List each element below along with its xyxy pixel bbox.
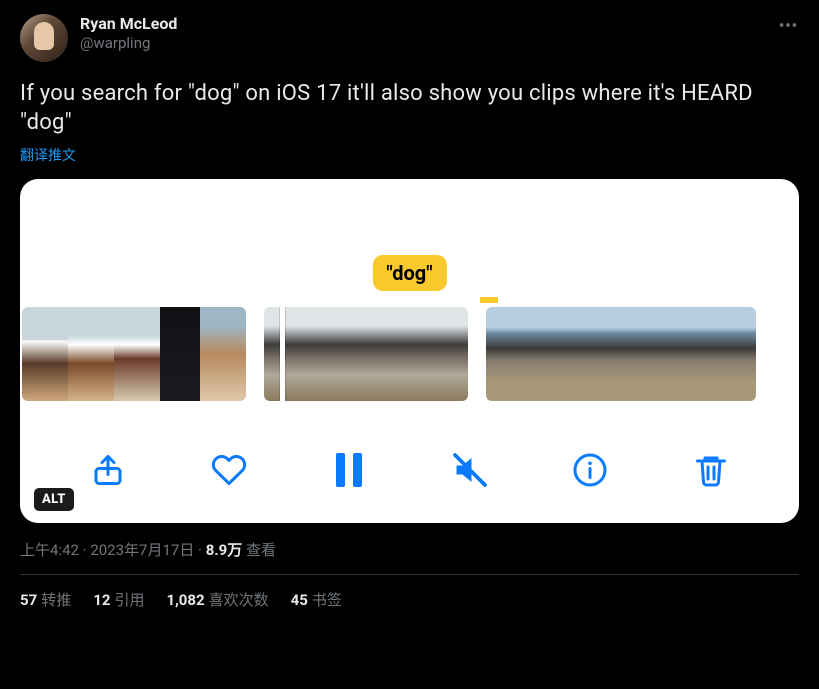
pause-icon[interactable] bbox=[330, 451, 368, 489]
video-frame bbox=[22, 307, 68, 401]
translate-link[interactable]: 翻译推文 bbox=[20, 145, 76, 165]
playhead[interactable] bbox=[280, 307, 285, 401]
media-toolbar bbox=[20, 451, 799, 489]
video-frame bbox=[576, 307, 621, 401]
author-names[interactable]: Ryan McLeod @warpling bbox=[80, 14, 177, 53]
timeline-marker bbox=[480, 297, 498, 303]
more-icon[interactable] bbox=[777, 14, 799, 36]
tweet-header: Ryan McLeod @warpling bbox=[20, 14, 799, 62]
tweet-text: If you search for "dog" on iOS 17 it'll … bbox=[20, 80, 799, 137]
stat-bookmarks[interactable]: 45书签 bbox=[291, 589, 342, 610]
heart-icon[interactable] bbox=[210, 451, 248, 489]
video-frame bbox=[666, 307, 711, 401]
mute-icon[interactable] bbox=[451, 451, 489, 489]
video-timeline[interactable] bbox=[20, 307, 799, 401]
video-frame bbox=[486, 307, 531, 401]
stat-retweets[interactable]: 57转推 bbox=[20, 589, 71, 610]
video-frame bbox=[621, 307, 666, 401]
trash-icon[interactable] bbox=[692, 451, 730, 489]
video-frame bbox=[160, 307, 200, 401]
tweet-container: Ryan McLeod @warpling If you search for … bbox=[0, 0, 819, 610]
video-frame bbox=[264, 307, 332, 401]
avatar[interactable] bbox=[20, 14, 68, 62]
video-frame bbox=[68, 307, 114, 401]
video-frame bbox=[711, 307, 756, 401]
media-attachment[interactable]: "dog" bbox=[20, 179, 799, 523]
video-frame bbox=[531, 307, 576, 401]
views-count: 8.9万 bbox=[206, 541, 243, 559]
handle: @warpling bbox=[80, 34, 177, 53]
caption-highlight: "dog" bbox=[372, 255, 446, 291]
clip-group[interactable] bbox=[264, 307, 468, 401]
meta-date[interactable]: 2023年7月17日 bbox=[90, 541, 194, 559]
info-icon[interactable] bbox=[571, 451, 609, 489]
clip-group[interactable] bbox=[486, 307, 756, 401]
video-frame bbox=[400, 307, 468, 401]
display-name: Ryan McLeod bbox=[80, 14, 177, 34]
share-icon[interactable] bbox=[89, 451, 127, 489]
video-frame bbox=[200, 307, 246, 401]
stat-quotes[interactable]: 12引用 bbox=[93, 589, 144, 610]
meta-time[interactable]: 上午4:42 bbox=[20, 541, 79, 559]
stat-likes[interactable]: 1,082喜欢次数 bbox=[166, 589, 268, 610]
video-frame bbox=[332, 307, 400, 401]
tweet-meta: 上午4:42 · 2023年7月17日 · 8.9万 查看 bbox=[20, 539, 799, 560]
alt-badge[interactable]: ALT bbox=[34, 488, 74, 511]
views-label: 查看 bbox=[246, 541, 276, 559]
clip-group[interactable] bbox=[22, 307, 246, 401]
engagement-stats: 57转推 12引用 1,082喜欢次数 45书签 bbox=[20, 575, 799, 610]
video-frame bbox=[114, 307, 160, 401]
